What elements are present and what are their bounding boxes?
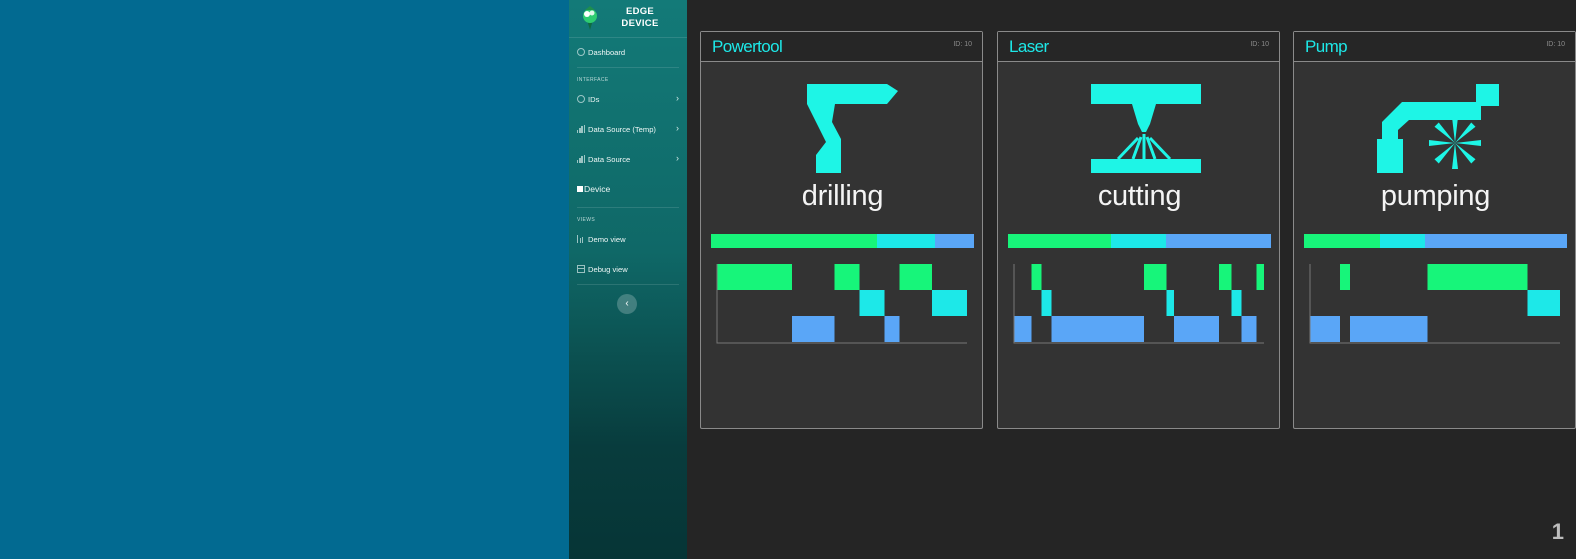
sidebar-item-label: Device <box>584 184 611 194</box>
card-title: Laser <box>1009 37 1049 56</box>
state-label: drilling <box>801 180 884 212</box>
gear-icon <box>577 95 585 103</box>
device-card-powertool: Powertool ID: 10 drilling <box>700 31 983 429</box>
section-heading-views: VIEWS <box>577 217 596 223</box>
brand[interactable]: EDGE DEVICE <box>569 0 687 38</box>
ratio-segment-idle <box>876 234 935 248</box>
card-id: ID: 10 <box>1546 41 1565 48</box>
ratio-segment-off <box>1165 234 1271 248</box>
drill-icon <box>807 84 898 173</box>
state-timeline <box>1309 264 1560 344</box>
timeline-segment-active <box>1219 264 1232 290</box>
timeline-segment-active <box>899 264 932 290</box>
timeline-segment-idle <box>1041 290 1052 316</box>
timeline-segment-off <box>884 316 900 342</box>
ratio-segment-off <box>1424 234 1567 248</box>
card-id: ID: 10 <box>1250 41 1269 48</box>
card-id: ID: 10 <box>953 41 972 48</box>
timeline-segment-off <box>1350 316 1428 342</box>
timeline-segment-off <box>1014 316 1032 342</box>
chart-icon <box>577 235 585 243</box>
page-number: 1 <box>1551 519 1564 544</box>
square-icon <box>577 186 583 192</box>
ratio-segment-active <box>711 234 877 248</box>
divider <box>577 67 679 68</box>
ratio-segment-idle <box>1380 234 1425 248</box>
sidebar: EDGE DEVICE Dashboard INTERFACE IDs › Da… <box>569 0 687 559</box>
sidebar-item-debug-view[interactable]: Debug view <box>577 261 679 277</box>
sidebar-item-ids[interactable]: IDs › <box>577 91 679 107</box>
card-header: Laser ID: 10 <box>998 32 1279 62</box>
timeline-segment-off <box>1310 316 1340 342</box>
sidebar-item-demo-view[interactable]: Demo view <box>577 231 679 247</box>
timeline-segment-active <box>1340 264 1350 290</box>
ratio-segment-off <box>934 234 974 248</box>
sidebar-item-label: Dashboard <box>588 47 626 57</box>
state-ratio-bar <box>1008 234 1271 248</box>
sidebar-item-device[interactable]: Device <box>577 181 679 197</box>
timeline-segment-off <box>1051 316 1144 342</box>
card-title: Pump <box>1305 37 1348 56</box>
laser-beams <box>1116 134 1172 161</box>
divider <box>577 207 679 208</box>
timeline-segment-idle <box>932 290 967 316</box>
sidebar-item-label: Data Source (Temp) <box>588 124 656 134</box>
laser-head-shape <box>1091 84 1201 132</box>
signal-bars-icon <box>577 125 585 133</box>
drill-icon-shape <box>807 84 898 173</box>
chevron-right-icon: › <box>676 123 679 133</box>
sidebar-item-data-source-temp[interactable]: Data Source (Temp) › <box>577 121 679 137</box>
sidebar-item-label: Data Source <box>588 154 631 164</box>
timeline-segment-idle <box>859 290 885 316</box>
state-label: pumping <box>1380 180 1491 212</box>
pump-impeller <box>1429 117 1481 169</box>
blank-blue-pane <box>0 0 569 559</box>
workpiece-shape <box>1091 159 1201 173</box>
card-header: Pump ID: 10 <box>1294 32 1575 62</box>
signal-bars-icon <box>577 155 585 163</box>
ratio-segment-active <box>1304 234 1381 248</box>
state-timeline <box>1013 264 1264 344</box>
device-card-pump: Pump ID: 10 pumping <box>1293 31 1576 429</box>
dashboard-icon <box>577 48 585 56</box>
ratio-segment-idle <box>1110 234 1166 248</box>
timeline-segment-idle <box>1527 290 1560 316</box>
sidebar-item-label: Debug view <box>588 264 628 274</box>
timeline-segment-active <box>717 264 792 290</box>
laser-cutter-icon <box>1091 84 1201 173</box>
state-ratio-bar <box>711 234 974 248</box>
timeline-segment-active <box>834 264 860 290</box>
sidebar-item-label: IDs <box>588 94 600 104</box>
brand-name: EDGE DEVICE <box>605 6 675 30</box>
state-ratio-bar <box>1304 234 1567 248</box>
sidebar-item-data-source[interactable]: Data Source › <box>577 151 679 167</box>
table-icon <box>577 265 585 273</box>
pump-icon <box>1377 84 1499 173</box>
state-timeline <box>716 264 967 344</box>
timeline-segment-off <box>792 316 835 342</box>
card-title: Powertool <box>712 37 783 56</box>
timeline-segment-idle <box>1231 290 1242 316</box>
brand-line2: DEVICE <box>621 18 659 29</box>
timeline-segment-off <box>1174 316 1219 342</box>
state-label: cutting <box>1097 180 1182 212</box>
chevron-right-icon: › <box>676 93 679 103</box>
timeline-segment-active <box>1144 264 1167 290</box>
device-card-laser: Laser ID: 10 cutting <box>997 31 1280 429</box>
timeline-segment-active <box>1256 264 1264 290</box>
chevron-right-icon: › <box>676 153 679 163</box>
timeline-segment-idle <box>1166 290 1174 316</box>
brand-line1: EDGE <box>625 6 655 17</box>
section-heading-interface: INTERFACE <box>577 77 609 83</box>
divider <box>577 284 679 285</box>
timeline-segment-active <box>1031 264 1042 290</box>
brand-logo-icon <box>583 6 597 30</box>
timeline-segment-active <box>1427 264 1528 290</box>
timeline-segment-off <box>1241 316 1257 342</box>
sidebar-item-dashboard[interactable]: Dashboard <box>577 44 679 60</box>
card-header: Powertool ID: 10 <box>701 32 982 62</box>
ratio-segment-active <box>1008 234 1111 248</box>
sidebar-item-label: Demo view <box>588 234 626 244</box>
sidebar-collapse-button[interactable]: ‹ <box>617 294 637 314</box>
